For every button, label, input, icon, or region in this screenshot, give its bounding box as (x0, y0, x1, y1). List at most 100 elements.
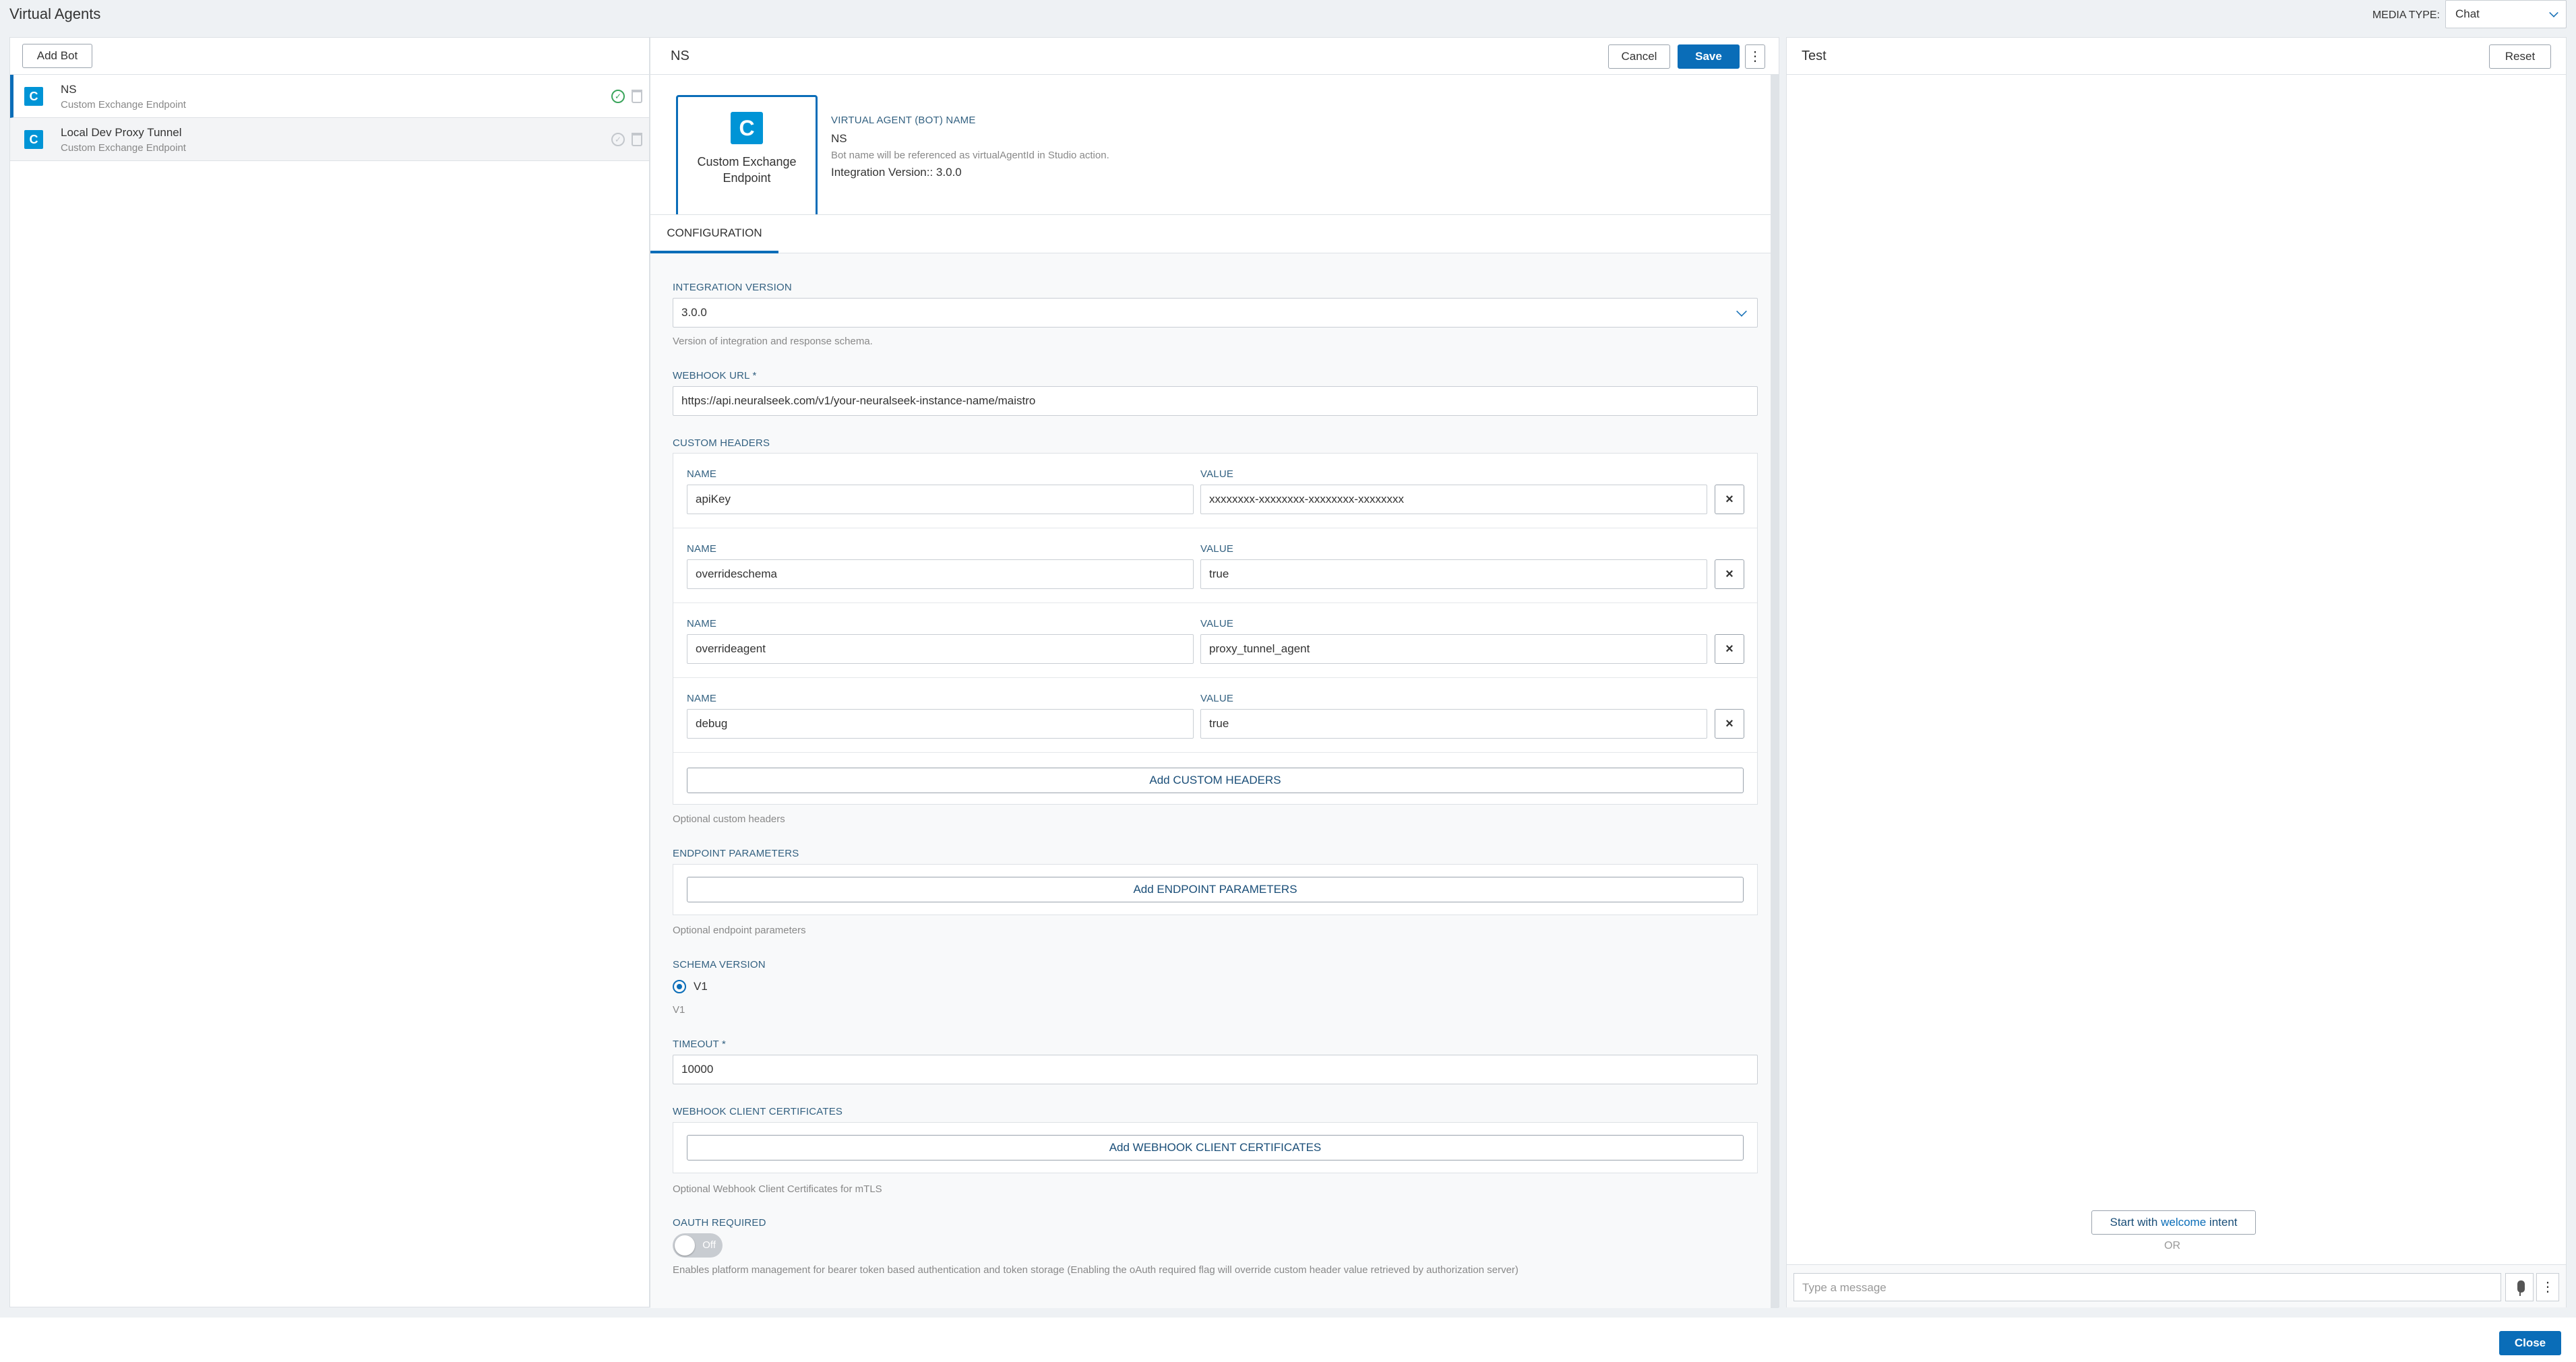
oauth-help: Enables platform management for bearer t… (673, 1264, 1519, 1276)
bot-list-item[interactable]: C Local Dev Proxy Tunnel Custom Exchange… (10, 118, 649, 161)
header-row: NAME VALUE apiKey xxxxxxxx-xxxxxxxx-xxxx… (673, 454, 1757, 528)
header-name-field[interactable]: overrideschema (687, 559, 1194, 589)
endpoint-params-box: Add ENDPOINT PARAMETERS (673, 864, 1758, 915)
custom-exchange-logo-icon: C (24, 87, 43, 106)
header-name-label: NAME (687, 618, 717, 629)
header-value-label: VALUE (1200, 468, 1234, 480)
check-circle-icon[interactable]: ✓ (611, 90, 625, 103)
custom-headers-help: Optional custom headers (673, 813, 785, 825)
integration-version-value: 3.0.0 (681, 306, 707, 319)
bot-name: NS (61, 83, 77, 96)
bot-name: Local Dev Proxy Tunnel (61, 126, 182, 139)
toggle-knob (675, 1235, 695, 1256)
message-input[interactable]: Type a message (1793, 1273, 2501, 1301)
schema-v1-radio[interactable] (673, 980, 686, 993)
welcome-prefix: Start with (2110, 1216, 2161, 1229)
header-value-label: VALUE (1200, 618, 1234, 629)
test-header: Test Reset (1787, 38, 2566, 75)
oauth-toggle[interactable]: Off (673, 1233, 723, 1258)
oauth-label: OAUTH REQUIRED (673, 1217, 766, 1229)
media-type-label: MEDIA TYPE: (2372, 9, 2440, 21)
top-bar: Virtual Agents MEDIA TYPE: Chat (0, 0, 2576, 37)
message-bar: Type a message ⋮ (1787, 1264, 2566, 1307)
endpoint-params-help: Optional endpoint parameters (673, 925, 806, 936)
bot-list-item[interactable]: C NS Custom Exchange Endpoint ✓ (10, 75, 649, 118)
welcome-intent-button[interactable]: Start with welcome intent (2091, 1210, 2256, 1235)
check-circle-icon[interactable]: ✓ (611, 133, 625, 146)
header-name-field[interactable]: overrideagent (687, 634, 1194, 664)
remove-header-icon[interactable]: × (1715, 709, 1744, 739)
add-bot-button[interactable]: Add Bot (22, 44, 92, 68)
test-title: Test (1802, 49, 1827, 63)
welcome-suffix: intent (2206, 1216, 2238, 1229)
footer-bar (0, 1318, 2576, 1362)
scrollbar[interactable] (1771, 75, 1779, 1308)
remove-header-icon[interactable]: × (1715, 485, 1744, 514)
header-value-field[interactable]: true (1200, 559, 1707, 589)
or-divider: OR (2164, 1240, 2180, 1251)
integration-version-help: Version of integration and response sche… (673, 336, 873, 347)
save-button[interactable]: Save (1678, 44, 1740, 69)
webhook-url-field[interactable]: https://api.neuralseek.com/v1/your-neura… (673, 386, 1758, 416)
close-button[interactable]: Close (2499, 1331, 2561, 1355)
header-value-label: VALUE (1200, 543, 1234, 555)
integration-version-text: Integration Version:: 3.0.0 (831, 166, 962, 179)
bot-list-header: Add Bot (10, 38, 649, 75)
add-endpoint-params-button[interactable]: Add ENDPOINT PARAMETERS (687, 877, 1744, 902)
header-value-field[interactable]: true (1200, 709, 1707, 739)
header-value-field[interactable]: proxy_tunnel_agent (1200, 634, 1707, 664)
media-type-value: Chat (2455, 7, 2480, 20)
remove-header-icon[interactable]: × (1715, 559, 1744, 589)
custom-exchange-logo-icon: C (731, 112, 763, 144)
header-name-label: NAME (687, 543, 717, 555)
chevron-down-icon (1736, 306, 1747, 317)
add-webhook-certs-button[interactable]: Add WEBHOOK CLIENT CERTIFICATES (687, 1135, 1744, 1160)
tab-configuration[interactable]: CONFIGURATION (650, 215, 778, 253)
header-name-field[interactable]: apiKey (687, 485, 1194, 514)
bot-type: Custom Exchange Endpoint (61, 99, 186, 111)
custom-headers-label: CUSTOM HEADERS (673, 437, 770, 449)
header-value-label: VALUE (1200, 693, 1234, 704)
header-row: NAME VALUE overrideagent proxy_tunnel_ag… (673, 603, 1757, 678)
reset-button[interactable]: Reset (2489, 44, 2551, 69)
more-options-icon[interactable]: ⋮ (2536, 1273, 2559, 1301)
header-row: NAME VALUE debug true × (673, 678, 1757, 753)
bot-name-label: VIRTUAL AGENT (BOT) NAME (831, 115, 976, 126)
tab-bar: CONFIGURATION (650, 214, 1772, 253)
more-options-icon[interactable]: ⋮ (1745, 44, 1765, 69)
card-label-line2: Endpoint (723, 171, 771, 185)
bot-name-help: Bot name will be referenced as virtualAg… (831, 150, 1109, 161)
page-title: Virtual Agents (9, 5, 101, 22)
webhook-certs-help: Optional Webhook Client Certificates for… (673, 1183, 882, 1195)
schema-v1-label: V1 (694, 980, 708, 993)
cancel-button[interactable]: Cancel (1608, 44, 1670, 69)
bot-name-value: NS (831, 132, 847, 145)
header-name-field[interactable]: debug (687, 709, 1194, 739)
test-panel: Test Reset Start with welcome intent OR … (1786, 37, 2567, 1307)
add-custom-headers-button[interactable]: Add CUSTOM HEADERS (687, 768, 1744, 793)
header-row: NAME VALUE overrideschema true × (673, 528, 1757, 603)
webhook-url-label: WEBHOOK URL * (673, 370, 757, 381)
config-form: INTEGRATION VERSION 3.0.0 Version of int… (650, 253, 1772, 1308)
endpoint-params-label: ENDPOINT PARAMETERS (673, 848, 799, 859)
integration-version-select[interactable]: 3.0.0 (673, 298, 1758, 328)
welcome-keyword: welcome (2161, 1216, 2207, 1229)
microphone-icon[interactable] (2505, 1273, 2534, 1301)
timeout-field[interactable]: 10000 (673, 1055, 1758, 1084)
trash-icon[interactable] (632, 90, 642, 103)
schema-version-help: V1 (673, 1004, 685, 1016)
header-name-label: NAME (687, 693, 717, 704)
media-type-select[interactable]: Chat (2445, 0, 2567, 28)
header-name-label: NAME (687, 468, 717, 480)
schema-version-label: SCHEMA VERSION (673, 959, 766, 970)
timeout-label: TIMEOUT * (673, 1039, 727, 1050)
card-label-line1: Custom Exchange (697, 155, 797, 168)
chevron-down-icon (2549, 8, 2558, 18)
trash-icon[interactable] (632, 133, 642, 146)
custom-headers-box: NAME VALUE apiKey xxxxxxxx-xxxxxxxx-xxxx… (673, 453, 1758, 805)
config-title: NS (671, 49, 689, 63)
header-value-field[interactable]: xxxxxxxx-xxxxxxxx-xxxxxxxx-xxxxxxxx (1200, 485, 1707, 514)
remove-header-icon[interactable]: × (1715, 634, 1744, 664)
webhook-certs-label: WEBHOOK CLIENT CERTIFICATES (673, 1106, 843, 1117)
webhook-certs-box: Add WEBHOOK CLIENT CERTIFICATES (673, 1122, 1758, 1173)
